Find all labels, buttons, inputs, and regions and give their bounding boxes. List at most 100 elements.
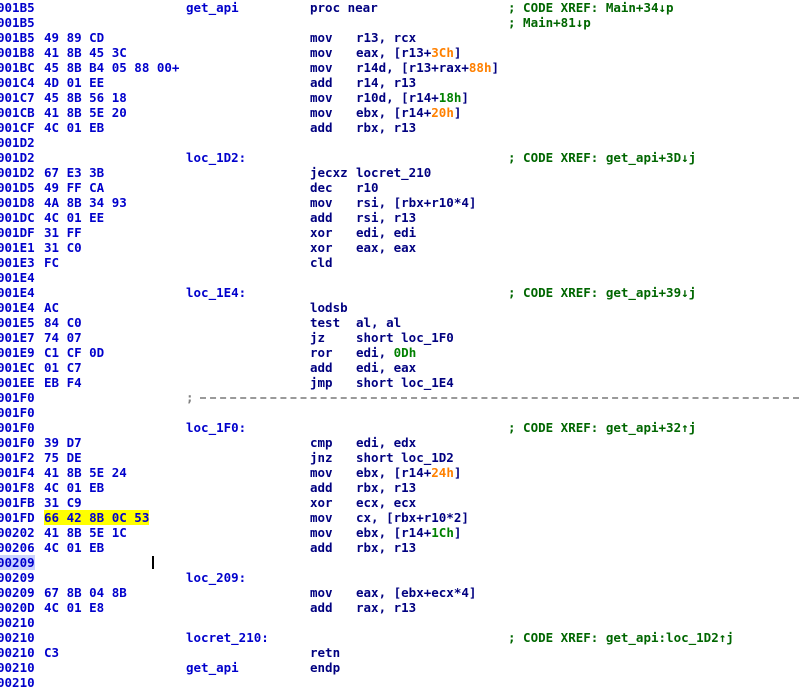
- line-operands[interactable]: rax, r13: [356, 600, 416, 615]
- disasm-line[interactable]: 001E4 AC lodsb: [0, 300, 799, 315]
- disasm-line[interactable]: 001E7 74 07 jz short loc_1F0: [0, 330, 799, 345]
- line-operands[interactable]: rbx, r13: [356, 540, 416, 555]
- line-label[interactable]: loc_1E4:: [186, 285, 246, 300]
- disasm-line[interactable]: 001B5 get_api proc near ; CODE XREF: Main+3…: [0, 0, 799, 15]
- disasm-line[interactable]: 001D2: [0, 135, 799, 150]
- disasm-line[interactable]: 00206 4C 01 EB add rbx, r13: [0, 540, 799, 555]
- disasm-line[interactable]: 00210 locret_210: ; CODE XREF: get_api:loc…: [0, 630, 799, 645]
- disasm-line[interactable]: 00209 67 8B 04 8B mov eax, [ebx+ecx*4]: [0, 585, 799, 600]
- line-operands[interactable]: r14d, [r13+rax+88h]: [356, 60, 499, 75]
- line-operands[interactable]: locret_210: [356, 165, 431, 180]
- line-operands[interactable]: rsi, r13: [356, 210, 416, 225]
- disasm-line[interactable]: 001F4 41 8B 5E 24 mov ebx, [r14+24h]: [0, 465, 799, 480]
- line-operands[interactable]: ecx, ecx: [356, 495, 416, 510]
- operand-constant[interactable]: 1Ch: [431, 525, 454, 540]
- line-mnemonic[interactable]: mov: [310, 465, 333, 480]
- line-operands[interactable]: eax, [r13+3Ch]: [356, 45, 461, 60]
- line-mnemonic[interactable]: xor: [310, 240, 333, 255]
- line-operands[interactable]: edi, eax: [356, 360, 416, 375]
- disasm-line[interactable]: 00202 41 8B 5E 1C mov ebx, [r14+1Ch]: [0, 525, 799, 540]
- operand-constant[interactable]: 88h: [469, 60, 492, 75]
- line-comment[interactable]: ; CODE XREF: get_api+39↓j: [508, 285, 696, 300]
- line-label[interactable]: loc_1F0:: [186, 420, 246, 435]
- line-mnemonic[interactable]: jz: [310, 330, 325, 345]
- disasm-line[interactable]: 001B5 49 89 CD mov r13, rcx: [0, 30, 799, 45]
- line-mnemonic[interactable]: jecxz: [310, 165, 348, 180]
- disasm-line[interactable]: 001E3 FC cld: [0, 255, 799, 270]
- disasm-line[interactable]: 001FD 66 42 8B 0C 53 mov cx, [rbx+r10*2]: [0, 510, 799, 525]
- line-operands[interactable]: edi, edx: [356, 435, 416, 450]
- line-mnemonic[interactable]: xor: [310, 495, 333, 510]
- operand-constant[interactable]: 24h: [431, 465, 454, 480]
- disasm-line[interactable]: 00209: [0, 555, 799, 570]
- disassembly-view[interactable]: 001B5 get_api proc near ; CODE XREF: Main+3…: [0, 0, 799, 690]
- line-label[interactable]: locret_210:: [186, 630, 269, 645]
- line-comment[interactable]: ; CODE XREF: Main+34↓p: [508, 0, 674, 15]
- line-mnemonic[interactable]: add: [310, 360, 333, 375]
- disasm-line[interactable]: 001CB 41 8B 5E 20 mov ebx, [r14+20h]: [0, 105, 799, 120]
- disasm-line[interactable]: 001BC 45 8B B4 05 88 00+ mov r14d, [r13+rax…: [0, 60, 799, 75]
- line-mnemonic[interactable]: ror: [310, 345, 333, 360]
- disasm-line[interactable]: 001C7 45 8B 56 18 mov r10d, [r14+18h]: [0, 90, 799, 105]
- disasm-line[interactable]: 001F8 4C 01 EB add rbx, r13: [0, 480, 799, 495]
- line-operands[interactable]: short loc_1E4: [356, 375, 454, 390]
- disasm-line[interactable]: 001D8 4A 8B 34 93 mov rsi, [rbx+r10*4]: [0, 195, 799, 210]
- line-label[interactable]: loc_1D2:: [186, 150, 246, 165]
- line-mnemonic[interactable]: add: [310, 540, 333, 555]
- line-comment[interactable]: ; CODE XREF: get_api+3D↓j: [508, 150, 696, 165]
- line-operands[interactable]: ebx, [r14+20h]: [356, 105, 461, 120]
- line-mnemonic[interactable]: add: [310, 120, 333, 135]
- line-operands[interactable]: ebx, [r14+1Ch]: [356, 525, 461, 540]
- line-operands[interactable]: edi, edi: [356, 225, 416, 240]
- line-label[interactable]: get_api: [186, 660, 239, 675]
- disasm-line[interactable]: 001B8 41 8B 45 3C mov eax, [r13+3Ch]: [0, 45, 799, 60]
- operand-constant[interactable]: 0Dh: [394, 345, 417, 360]
- line-mnemonic[interactable]: add: [310, 75, 333, 90]
- line-comment[interactable]: ; CODE XREF: get_api:loc_1D2↑j: [508, 630, 734, 645]
- disasm-line[interactable]: 001FB 31 C9 xor ecx, ecx: [0, 495, 799, 510]
- disasm-line[interactable]: 001EC 01 C7 add edi, eax: [0, 360, 799, 375]
- line-operands[interactable]: short loc_1F0: [356, 330, 454, 345]
- disasm-line[interactable]: 00210 C3 retn: [0, 645, 799, 660]
- line-mnemonic[interactable]: mov: [310, 525, 333, 540]
- line-operands[interactable]: edi, 0Dh: [356, 345, 416, 360]
- line-label[interactable]: loc_209:: [186, 570, 246, 585]
- line-mnemonic[interactable]: mov: [310, 105, 333, 120]
- line-mnemonic[interactable]: xor: [310, 225, 333, 240]
- line-mnemonic[interactable]: test: [310, 315, 340, 330]
- line-operands[interactable]: r10: [356, 180, 379, 195]
- line-mnemonic[interactable]: retn: [310, 645, 340, 660]
- disasm-line[interactable]: 001D2 67 E3 3B jecxz locret_210: [0, 165, 799, 180]
- disasm-line[interactable]: 001E9 C1 CF 0D ror edi, 0Dh: [0, 345, 799, 360]
- line-operands[interactable]: r13, rcx: [356, 30, 416, 45]
- line-mnemonic[interactable]: mov: [310, 60, 333, 75]
- line-comment[interactable]: ; Main+81↓p: [508, 15, 591, 30]
- disasm-line[interactable]: 001CF 4C 01 EB add rbx, r13: [0, 120, 799, 135]
- line-operands[interactable]: al, al: [356, 315, 401, 330]
- line-mnemonic[interactable]: mov: [310, 30, 333, 45]
- line-mnemonic[interactable]: endp: [310, 660, 340, 675]
- line-mnemonic[interactable]: dec: [310, 180, 333, 195]
- line-operands[interactable]: r10d, [r14+18h]: [356, 90, 469, 105]
- disasm-line[interactable]: 001F0;: [0, 390, 799, 405]
- line-operands[interactable]: eax, eax: [356, 240, 416, 255]
- line-mnemonic[interactable]: add: [310, 600, 333, 615]
- line-mnemonic[interactable]: add: [310, 210, 333, 225]
- disasm-line[interactable]: 001F0: [0, 405, 799, 420]
- disasm-line[interactable]: 001E4: [0, 270, 799, 285]
- line-mnemonic[interactable]: jnz: [310, 450, 333, 465]
- line-operands[interactable]: ebx, [r14+24h]: [356, 465, 461, 480]
- line-label[interactable]: get_api: [186, 0, 239, 15]
- disasm-line[interactable]: 0020D 4C 01 E8 add rax, r13: [0, 600, 799, 615]
- line-operands[interactable]: cx, [rbx+r10*2]: [356, 510, 469, 525]
- line-mnemonic[interactable]: mov: [310, 45, 333, 60]
- disasm-line[interactable]: 001F2 75 DE jnz short loc_1D2: [0, 450, 799, 465]
- line-mnemonic[interactable]: mov: [310, 510, 333, 525]
- line-operands[interactable]: eax, [ebx+ecx*4]: [356, 585, 476, 600]
- disasm-line[interactable]: 001E5 84 C0 test al, al: [0, 315, 799, 330]
- line-operands[interactable]: r14, r13: [356, 75, 416, 90]
- operand-constant[interactable]: 18h: [439, 90, 462, 105]
- disasm-line[interactable]: 001E1 31 C0 xor eax, eax: [0, 240, 799, 255]
- line-operands[interactable]: rsi, [rbx+r10*4]: [356, 195, 476, 210]
- operand-constant[interactable]: 20h: [431, 105, 454, 120]
